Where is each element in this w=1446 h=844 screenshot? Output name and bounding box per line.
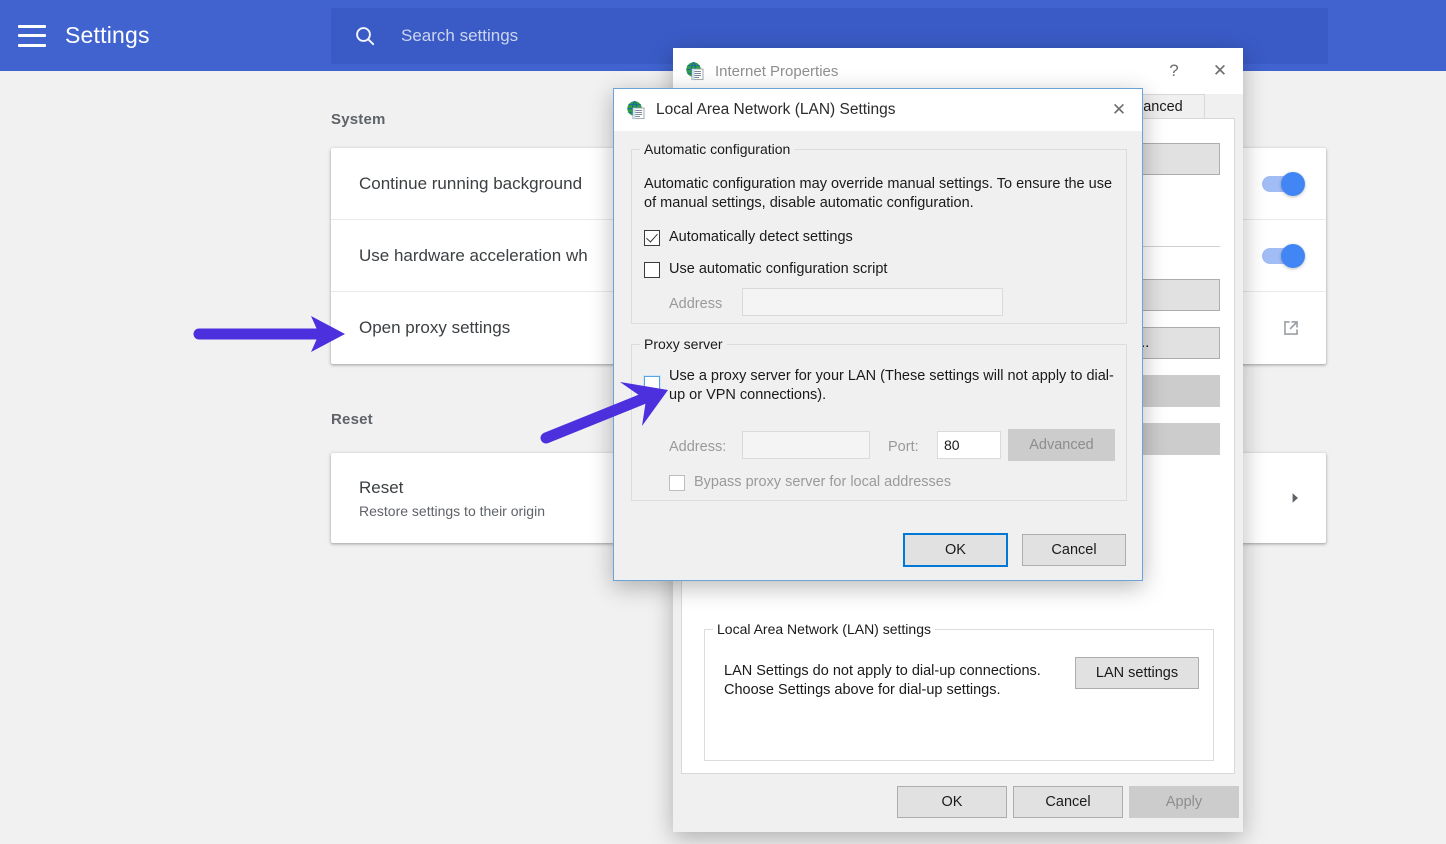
use-proxy-server-row[interactable]: Use a proxy server for your LAN (These s… — [644, 367, 1114, 406]
bypass-proxy-row[interactable]: Bypass proxy server for local addresses — [669, 473, 951, 492]
close-icon[interactable]: ✕ — [1096, 87, 1142, 133]
proxy-address-label: Address: — [669, 438, 726, 457]
ok-button[interactable]: OK — [897, 786, 1007, 818]
use-proxy-server-label: Use a proxy server for your LAN (These s… — [669, 367, 1114, 406]
auto-detect-settings-row[interactable]: Automatically detect settings — [644, 228, 853, 247]
lan-settings-button[interactable]: LAN settings — [1075, 657, 1199, 689]
use-config-script-row[interactable]: Use automatic configuration script — [644, 260, 887, 279]
lan-settings-legend: Local Area Network (LAN) settings — [713, 621, 935, 637]
close-icon[interactable]: ✕ — [1197, 48, 1243, 94]
lan-settings-description: LAN Settings do not apply to dial-up con… — [724, 662, 1064, 701]
section-title-reset: Reset — [331, 411, 373, 428]
script-address-input — [742, 288, 1003, 316]
use-config-script-label: Use automatic configuration script — [669, 260, 887, 279]
use-config-script-checkbox[interactable] — [644, 262, 660, 278]
auto-detect-settings-label: Automatically detect settings — [669, 228, 853, 247]
lan-settings-dialog: Local Area Network (LAN) Settings ✕ Auto… — [613, 88, 1143, 581]
auto-detect-settings-checkbox[interactable] — [644, 230, 660, 246]
use-proxy-server-checkbox[interactable] — [644, 376, 660, 392]
proxy-port-label: Port: — [888, 438, 919, 457]
proxy-port-input[interactable]: 80 — [937, 431, 1001, 459]
page-title: Settings — [65, 22, 150, 49]
expand-arrow-icon[interactable] — [1288, 491, 1302, 505]
internet-properties-title: Internet Properties — [715, 63, 838, 80]
apply-button: Apply — [1129, 786, 1239, 818]
lan-cancel-button[interactable]: Cancel — [1022, 534, 1126, 566]
search-icon — [353, 24, 377, 48]
lan-ok-button[interactable]: OK — [903, 533, 1008, 567]
external-link-icon[interactable] — [1280, 317, 1302, 339]
proxy-server-legend: Proxy server — [640, 336, 727, 352]
lan-settings-title: Local Area Network (LAN) Settings — [656, 101, 896, 119]
help-button[interactable]: ? — [1151, 48, 1197, 94]
bypass-proxy-checkbox[interactable] — [669, 475, 685, 491]
globe-document-icon — [626, 100, 646, 120]
proxy-address-input — [742, 431, 870, 459]
script-address-label: Address — [669, 295, 722, 314]
hamburger-menu-icon[interactable] — [18, 25, 46, 47]
globe-document-icon — [685, 61, 705, 81]
section-title-system: System — [331, 111, 386, 128]
cancel-button[interactable]: Cancel — [1013, 786, 1123, 818]
lan-settings-titlebar[interactable]: Local Area Network (LAN) Settings ✕ — [614, 89, 1142, 131]
advanced-button: Advanced — [1008, 429, 1115, 461]
toggle-continue-running-background[interactable] — [1262, 176, 1302, 192]
automatic-configuration-description: Automatic configuration may override man… — [644, 175, 1114, 214]
search-placeholder: Search settings — [401, 26, 518, 46]
toggle-use-hardware-acceleration[interactable] — [1262, 248, 1302, 264]
bypass-proxy-label: Bypass proxy server for local addresses — [694, 473, 951, 492]
automatic-configuration-legend: Automatic configuration — [640, 141, 794, 157]
